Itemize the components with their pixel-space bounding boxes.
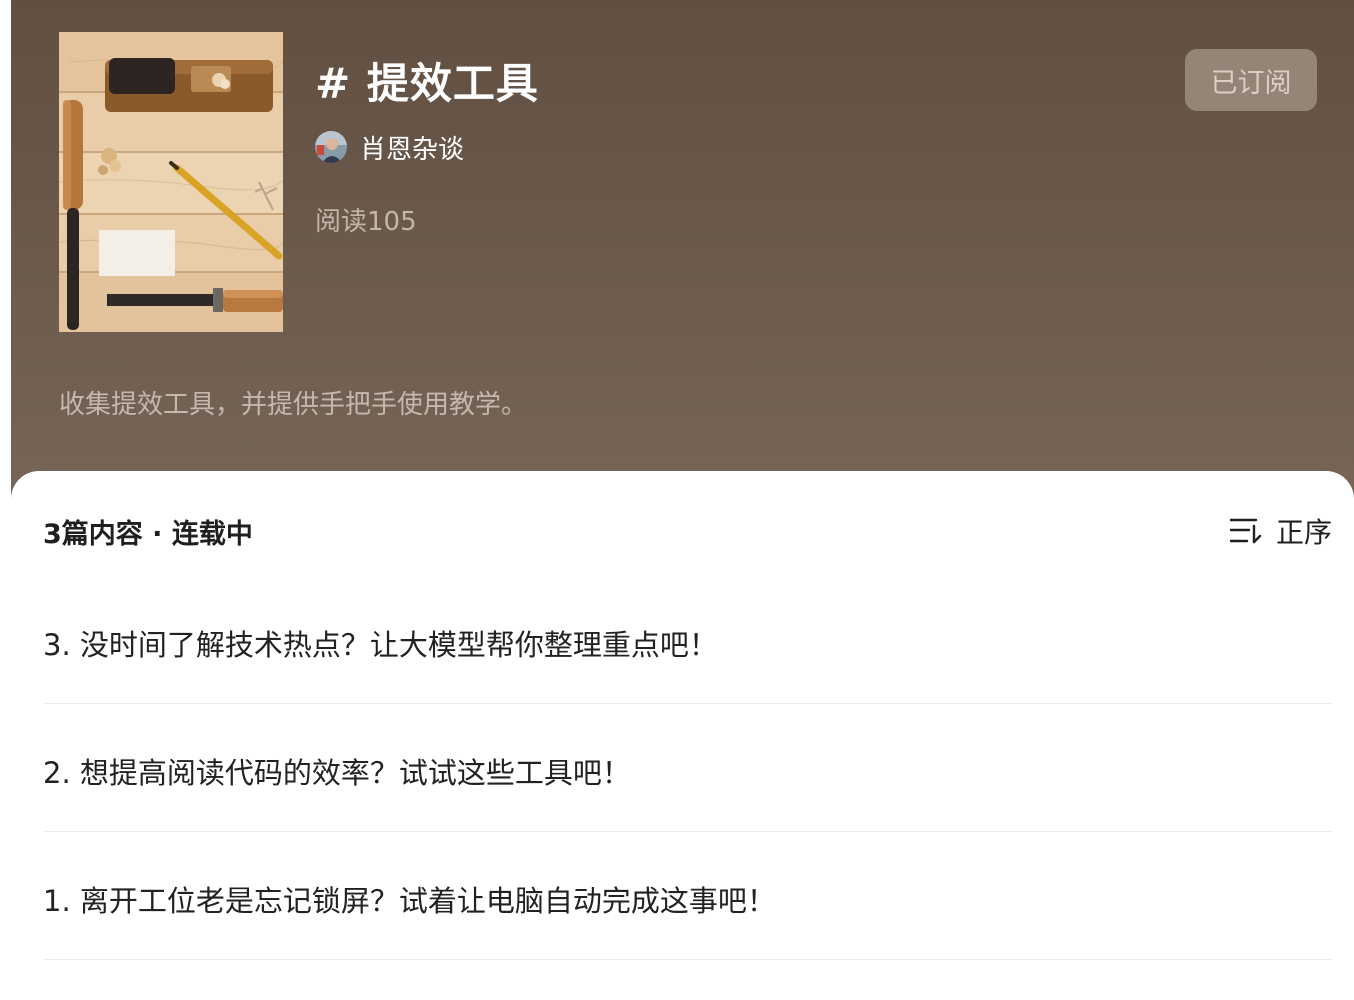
column-title: # 提效工具 — [315, 59, 539, 108]
article-item-3[interactable]: 3. 没时间了解技术热点？让大模型帮你整理重点吧！ — [43, 576, 1333, 704]
article-title[interactable]: 1. 离开工位老是忘记锁屏？试着让电脑自动完成这事吧！ — [43, 878, 776, 920]
column-cover-image — [59, 32, 283, 332]
article-title[interactable]: 2. 想提高阅读代码的效率？试试这些工具吧！ — [43, 750, 631, 792]
article-list: 3. 没时间了解技术热点？让大模型帮你整理重点吧！ 2. 想提高阅读代码的效率？… — [43, 576, 1333, 960]
author-link[interactable]: 肖恩杂谈 — [315, 129, 464, 165]
sort-order-toggle[interactable]: 正序 — [1229, 511, 1332, 551]
column-header: # 提效工具 肖恩杂谈 阅读105 已订阅 收集提效工具，并提供手把手使用教学。 — [11, 0, 1354, 500]
column-description: 收集提效工具，并提供手把手使用教学。 — [59, 390, 528, 420]
article-item-1[interactable]: 1. 离开工位老是忘记锁屏？试着让电脑自动完成这事吧！ — [43, 832, 1333, 960]
article-count-status: 3篇内容 · 连载中 — [43, 518, 253, 550]
article-title[interactable]: 3. 没时间了解技术热点？让大模型帮你整理重点吧！ — [43, 622, 718, 664]
article-list-panel: 3篇内容 · 连载中 正序 3. 没时间了解技术热点？让大模型帮你整理重点吧！ … — [11, 471, 1354, 1000]
sort-order-icon — [1229, 518, 1262, 544]
list-header: 3篇内容 · 连载中 正序 — [43, 511, 1332, 551]
author-avatar — [315, 131, 347, 163]
sort-order-label[interactable]: 正序 — [1276, 511, 1332, 551]
subscribed-button[interactable]: 已订阅 — [1185, 49, 1317, 111]
author-name[interactable]: 肖恩杂谈 — [360, 129, 464, 166]
article-item-2[interactable]: 2. 想提高阅读代码的效率？试试这些工具吧！ — [43, 704, 1333, 832]
column-page: # 提效工具 肖恩杂谈 阅读105 已订阅 收集提效工具，并提供手把手使用教学。… — [0, 0, 1354, 1000]
read-count: 阅读105 — [315, 207, 417, 237]
